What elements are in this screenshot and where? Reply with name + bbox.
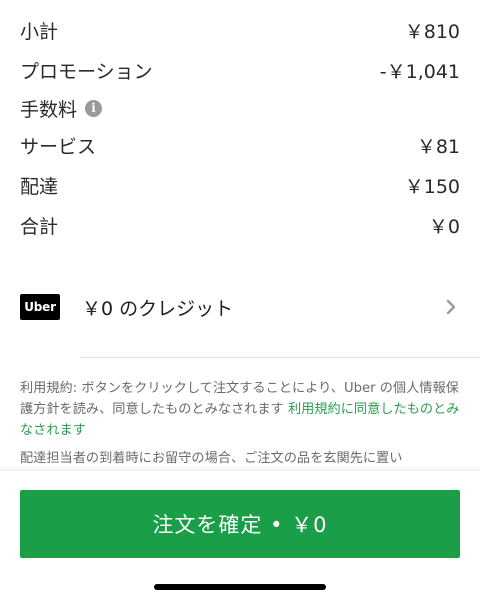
info-icon[interactable]: i [85, 99, 103, 117]
uber-logo: Uber [20, 294, 60, 320]
subtotal-row: 小計 ￥810 [20, 15, 460, 45]
delivery-row: 配達 ￥150 [20, 170, 460, 200]
divider [80, 357, 480, 358]
uber-credit-row[interactable]: Uber ￥0 のクレジット [20, 290, 460, 324]
subtotal-label: 小計 [20, 20, 59, 43]
service-value: ￥81 [416, 135, 460, 158]
checkout-page: 小計 ￥810 プロモーション -￥1,041 手数料 i サービス ￥81 配… [0, 0, 480, 600]
confirm-order-button[interactable]: 注文を確定 • ￥0 [20, 490, 460, 558]
delivery-value: ￥150 [404, 175, 460, 198]
total-label: 合計 [20, 215, 59, 238]
promotion-label: プロモーション [20, 60, 153, 83]
total-value: ￥0 [428, 215, 460, 238]
fees-label-group: 手数料 i [20, 95, 103, 122]
checkout-footer: 注文を確定 • ￥0 [0, 470, 480, 600]
delivery-note: 配達担当者の到着時にお留守の場合、ご注文の品を玄関先に置い [20, 451, 403, 466]
fees-row: 手数料 i [20, 93, 460, 123]
service-row: サービス ￥81 [20, 130, 460, 160]
fees-label: 手数料 [20, 98, 78, 121]
promotion-row: プロモーション -￥1,041 [20, 55, 460, 85]
chevron-right-icon[interactable] [442, 298, 460, 316]
total-row: 合計 ￥0 [20, 210, 460, 240]
subtotal-value: ￥810 [404, 20, 460, 43]
service-label: サービス [20, 135, 97, 158]
credit-text: ￥0 のクレジット [82, 297, 234, 320]
terms-text: 利用規約: ボタンをクリックして注文することにより、Uber の個人情報保護方針… [20, 378, 460, 441]
promotion-value: -￥1,041 [379, 60, 460, 83]
delivery-label: 配達 [20, 175, 59, 198]
home-indicator [154, 584, 326, 590]
